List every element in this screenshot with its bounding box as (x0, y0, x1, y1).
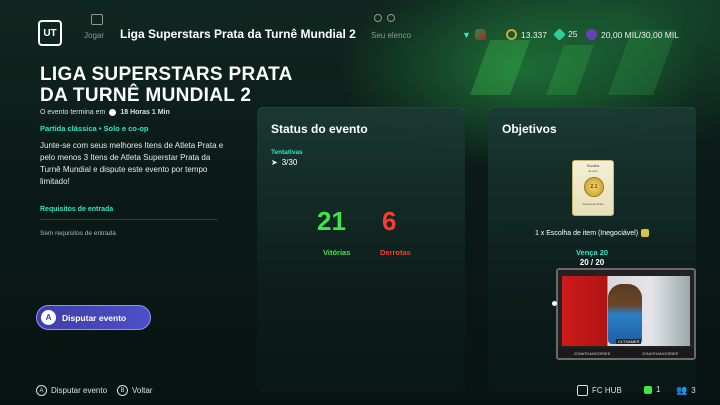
play-event-button[interactable]: A Disputar evento (36, 305, 151, 330)
friends[interactable]: 👥 3 (676, 385, 696, 396)
a-button-icon: A (36, 385, 47, 396)
squad-icon[interactable] (387, 14, 395, 22)
pick-medal-icon: 2.1 (584, 177, 604, 197)
notification-icon (644, 385, 652, 394)
season-icon (586, 29, 597, 40)
webcam-overlay: CLTXAMER JONATHANOORIEE JONATHANOORIEE (556, 268, 696, 360)
points-icon (553, 27, 566, 41)
win-objective-progress: 20 / 20 (579, 258, 605, 267)
ut-logo[interactable]: UT (38, 20, 62, 46)
fc-hub[interactable]: FC HUB (577, 385, 622, 396)
event-timer: O evento termina em 18 Horas 1 Min (40, 109, 170, 116)
reward-pick-card[interactable]: Escolha de item 2.1 Superstars Prata (572, 160, 614, 216)
requirements-text: Sem requisitos de entrada (40, 230, 116, 237)
wins-count: 21 (317, 206, 346, 236)
clock-icon (109, 109, 117, 116)
club-badge: ▼ (462, 29, 486, 40)
arrow-icon: ➤ (271, 158, 278, 167)
nav-seu-elenco[interactable]: Seu elenco (371, 31, 411, 40)
nav-jogar[interactable]: Jogar (84, 31, 104, 40)
webcam-tag: CLTXAMER (616, 339, 642, 344)
win-objective-label: Vença 20 (575, 248, 609, 257)
friends-icon: 👥 (676, 385, 688, 395)
points-counter: 25 (553, 27, 577, 41)
hint-back[interactable]: B Voltar (117, 385, 152, 396)
event-status-panel: Status do evento Tentativas ➤ 3/30 21 6 … (257, 107, 465, 392)
notifications[interactable]: 1 (644, 385, 660, 394)
play-icon[interactable] (91, 14, 103, 25)
coin-icon (506, 29, 517, 40)
objectives-title: Objetivos (502, 122, 557, 136)
camera-indicator-icon (552, 301, 557, 306)
squad-icon[interactable] (374, 14, 382, 22)
webcam-bar: JONATHANOORIEE JONATHANOORIEE (558, 348, 694, 358)
requirements-title: Requisitos de entrada (40, 206, 114, 213)
top-bar: UT Jogar Liga Superstars Prata da Turnê … (0, 0, 720, 58)
a-button-icon: A (41, 310, 56, 325)
tries-label: Tentativas (271, 149, 303, 156)
event-title: LIGA SUPERSTARS PRATA DA TURNÊ MUNDIAL 2 (40, 64, 293, 106)
play-event-label: Disputar evento (62, 312, 127, 323)
losses-label: Derrotas (380, 248, 411, 257)
club-crest-icon (474, 29, 486, 40)
event-mode: Partida clássica • Solo e co-op (40, 124, 149, 133)
wins-label: Vitórias (323, 248, 351, 257)
b-button-icon: B (117, 385, 128, 396)
losses-count: 6 (382, 206, 397, 236)
page-title: Liga Superstars Prata da Turnê Mundial 2 (120, 27, 356, 41)
event-description: Junte-se com seus melhores Itens de Atle… (40, 141, 224, 186)
untradeable-icon (641, 229, 650, 237)
coins-counter: 13.337 (506, 29, 547, 40)
chevron-down-icon[interactable]: ▼ (462, 30, 471, 40)
hint-play[interactable]: A Disputar evento (36, 385, 107, 396)
tries-value: ➤ 3/30 (271, 158, 298, 167)
hub-icon (577, 385, 588, 396)
status-title: Status do evento (271, 122, 368, 136)
reward-description: 1 x Escolha de item (Inegociável) (488, 229, 696, 237)
xp-counter: 20,00 MIL/30,00 MIL (586, 29, 679, 40)
divider (40, 219, 218, 220)
streamer-image (608, 284, 642, 344)
